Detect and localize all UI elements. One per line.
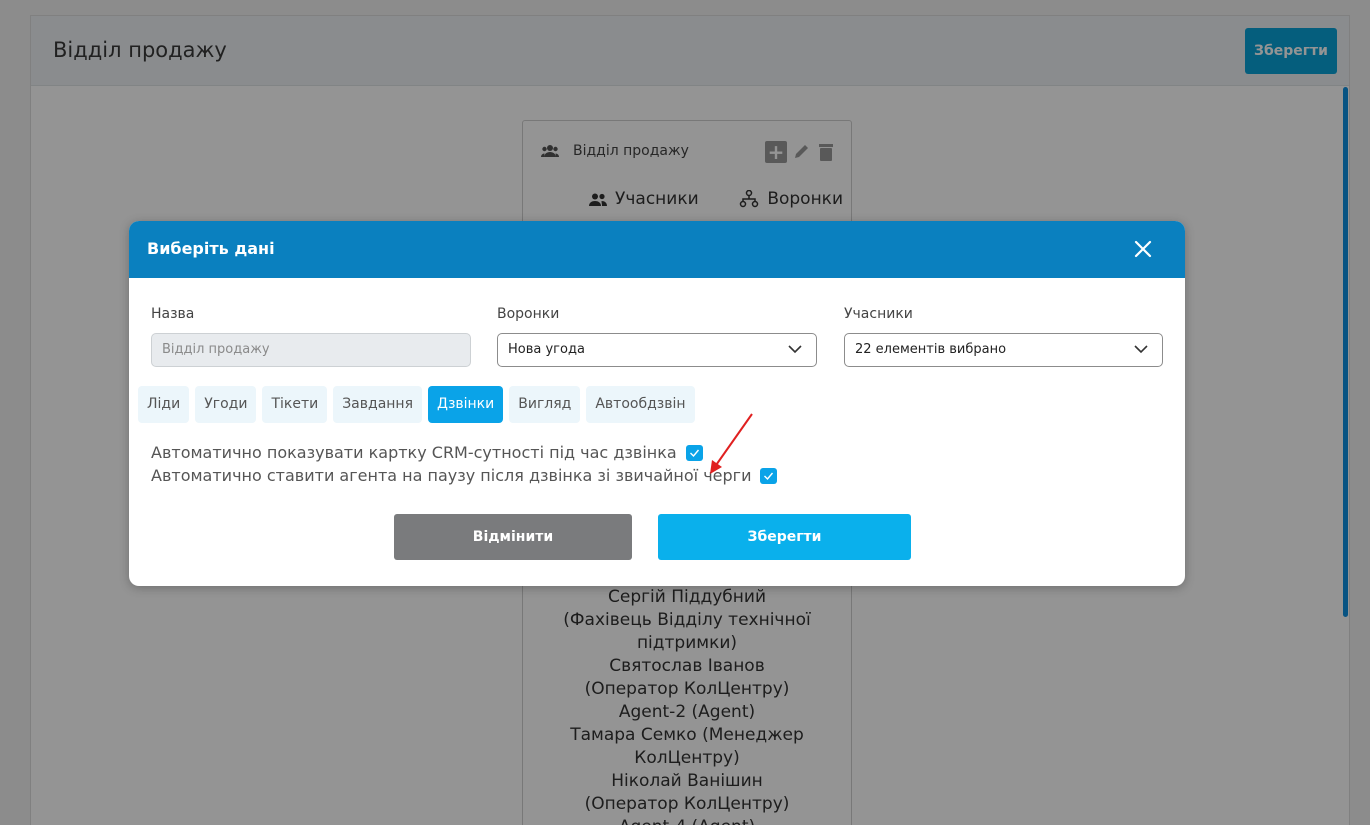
red-arrow-annotation (710, 413, 753, 474)
members-label: Учасники (844, 306, 913, 322)
option-show-crm-card: Автоматично показувати картку CRM-сутнос… (151, 443, 703, 462)
close-icon[interactable] (1131, 237, 1155, 261)
tab-bar: Ліди Угоди Тікети Завдання Дзвінки Вигляд Авто… (138, 386, 695, 423)
select-data-modal: Виберіть дані Назва Відділ продажу Ворон… (129, 221, 1185, 586)
option-pause-agent: Автоматично ставити агента на паузу післ… (151, 466, 778, 485)
tab-1[interactable]: Угоди (195, 386, 257, 423)
chevron-down-icon (1134, 345, 1148, 354)
funnels-select-value: Нова угода (508, 342, 585, 357)
modal-header: Виберіть дані (129, 221, 1185, 278)
name-field: Відділ продажу (151, 333, 471, 367)
tab-0[interactable]: Ліди (138, 386, 190, 423)
chevron-down-icon (788, 345, 802, 354)
pause-agent-checkbox[interactable] (760, 467, 778, 484)
name-label: Назва (151, 306, 195, 322)
members-select-value: 22 елементів вибрано (855, 342, 1007, 357)
modal-title: Виберіть дані (147, 239, 275, 258)
cancel-button[interactable]: Відмінити (394, 514, 632, 560)
option-pause-agent-label: Автоматично ставити агента на паузу післ… (151, 466, 752, 485)
save-button[interactable]: Зберегти (658, 514, 911, 560)
option-show-crm-card-label: Автоматично показувати картку CRM-сутнос… (151, 443, 677, 462)
tab-3[interactable]: Завдання (333, 386, 422, 423)
tab-2[interactable]: Тікети (262, 386, 328, 423)
tab-5[interactable]: Вигляд (509, 386, 581, 423)
check-icon (764, 472, 774, 480)
funnels-select[interactable]: Нова угода (497, 333, 817, 367)
funnels-label: Воронки (497, 306, 560, 322)
check-icon (689, 449, 699, 457)
members-select[interactable]: 22 елементів вибрано (844, 333, 1163, 367)
tab-4[interactable]: Дзвінки (428, 386, 504, 423)
tab-6[interactable]: Автообдзвін (586, 386, 695, 423)
